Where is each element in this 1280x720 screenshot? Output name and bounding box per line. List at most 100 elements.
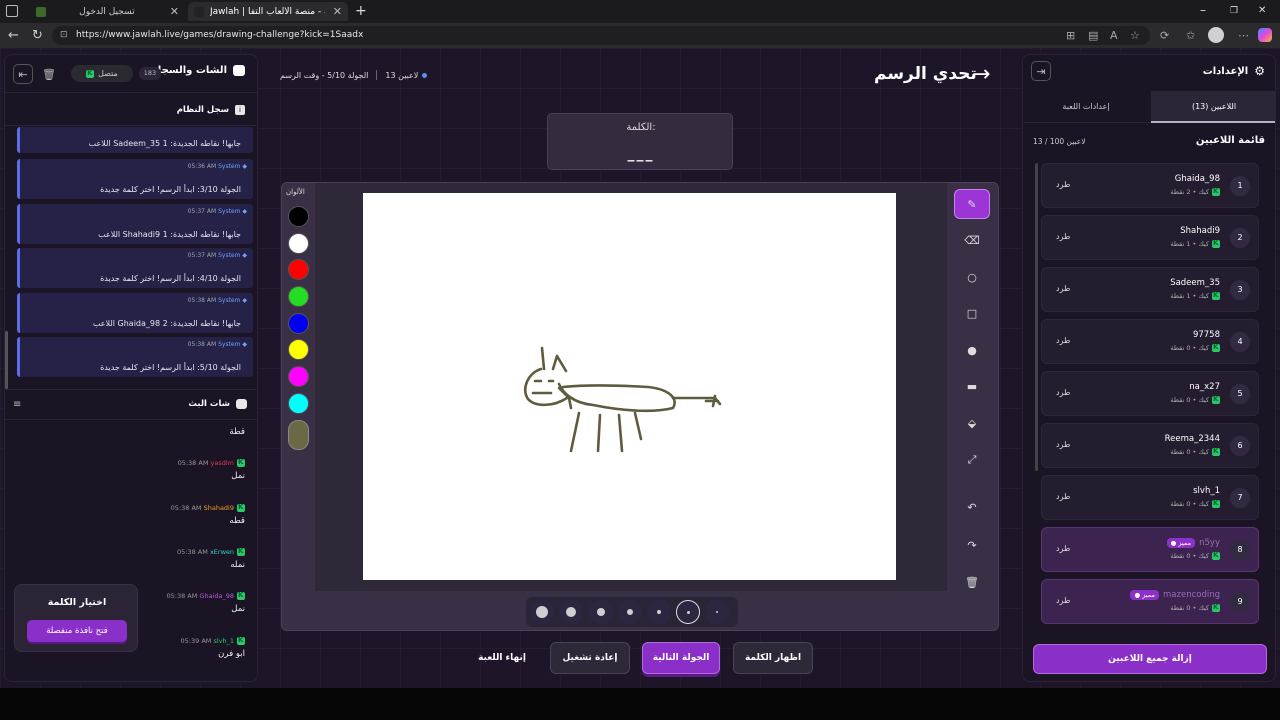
log-text: الجولة 4/10: ابدأ الرسم! اختر كلمة جديدة xyxy=(100,274,241,283)
color-swatch-cyan[interactable] xyxy=(288,393,309,414)
players-count: 13 لاعبين xyxy=(385,70,419,80)
kick-icon xyxy=(1212,551,1220,560)
player-row-vip: 8 ● مميزn5yy كيك • 0 نقطة طرد xyxy=(1041,527,1259,572)
menu-icon[interactable]: ⋯ xyxy=(1238,29,1249,42)
chat-menu-icon[interactable]: ≡ xyxy=(13,399,21,410)
collapse-panel-button[interactable]: ⇤ xyxy=(13,64,33,84)
kick-player-button[interactable]: طرد xyxy=(1056,388,1070,397)
url-input[interactable]: ⊡ https://www.jawlah.live/games/drawing-… xyxy=(52,26,1150,45)
color-swatch-red[interactable] xyxy=(288,259,309,280)
next-round-button[interactable]: الجولة التالية xyxy=(642,642,720,674)
line-tool-button[interactable]: ⤢ xyxy=(954,445,990,475)
kick-player-button[interactable]: طرد xyxy=(1056,596,1070,605)
brush-size-option[interactable] xyxy=(559,600,583,624)
log-item: 05:37 AM System ◆ اللاعب Shahadi9 جابها!… xyxy=(17,204,253,244)
player-name: Sadeem_35 xyxy=(1170,278,1220,288)
redo-button[interactable]: ↷ xyxy=(954,530,990,560)
chat-username[interactable]: yasdlm xyxy=(211,459,234,467)
kick-player-button[interactable]: طرد xyxy=(1056,284,1070,293)
player-row: 7 slvh_1 كيك • 0 نقطة طرد xyxy=(1041,475,1259,520)
log-sender: System xyxy=(218,252,241,259)
filled-rect-tool-button[interactable]: ▬ xyxy=(954,371,990,401)
show-word-button[interactable]: اظهار الكلمة xyxy=(733,642,813,674)
new-tab-button[interactable]: + xyxy=(355,3,367,19)
chat-message-time: 05:38 AM xyxy=(170,504,202,512)
brush-size-option[interactable] xyxy=(589,600,613,624)
tab-actions-icon[interactable] xyxy=(6,5,18,17)
undo-icon: ↶ xyxy=(967,500,977,514)
player-row: 4 97758 كيك • 0 نقطة طرد xyxy=(1041,319,1259,364)
log-scrollbar[interactable] xyxy=(5,331,8,389)
trash-icon: 🗑 xyxy=(965,575,979,589)
apps-icon[interactable]: ⊞ xyxy=(1066,29,1075,42)
favorites-icon[interactable]: ✩ xyxy=(1186,29,1195,42)
copilot-icon[interactable] xyxy=(1258,28,1272,42)
open-separate-window-button[interactable]: فتح نافذة منفصلة xyxy=(27,620,127,642)
clear-chat-button[interactable]: 🗑 xyxy=(39,64,59,84)
remove-all-players-button[interactable]: إزالة جميع اللاعبين xyxy=(1033,644,1267,674)
chat-username[interactable]: slvh_1 xyxy=(213,637,234,645)
brush-size-option-active[interactable] xyxy=(676,600,700,624)
chat-username[interactable]: xErwen xyxy=(210,548,234,556)
kick-player-button[interactable]: طرد xyxy=(1056,232,1070,241)
drawing-canvas[interactable] xyxy=(363,193,896,580)
kick-icon xyxy=(237,636,245,645)
color-swatch-white[interactable] xyxy=(288,233,309,254)
profile-avatar[interactable] xyxy=(1208,27,1224,43)
chat-message-header xyxy=(229,421,245,423)
translate-icon[interactable]: A xyxy=(1110,29,1118,42)
kick-player-button[interactable]: طرد xyxy=(1056,336,1070,345)
filled-circle-tool-button[interactable]: ● xyxy=(954,335,990,365)
maximize-icon[interactable]: ❐ xyxy=(1230,6,1238,16)
chat-username[interactable]: Shahadi9 xyxy=(204,504,234,512)
tab-game-settings[interactable]: إعدادات اللعبة xyxy=(1023,91,1149,123)
brush-size-option[interactable] xyxy=(618,600,642,624)
close-tab-icon[interactable]: ✕ xyxy=(162,5,179,18)
rectangle-tool-button[interactable]: □ xyxy=(954,298,990,328)
player-meta: كيك • 0 نقطة xyxy=(1170,343,1220,352)
collapse-panel-button[interactable]: ⇥ xyxy=(1031,61,1051,81)
minimize-icon[interactable]: – xyxy=(1200,3,1206,17)
brush-size-option[interactable] xyxy=(705,600,729,624)
restart-button[interactable]: إعادة تشغيل xyxy=(550,642,630,674)
fill-tool-button[interactable]: ⬙ xyxy=(954,408,990,438)
color-swatch-yellow[interactable] xyxy=(288,339,309,360)
player-meta-text: كيك • 0 نقطة xyxy=(1170,396,1209,404)
tab-players[interactable]: اللاعبين (13) xyxy=(1151,91,1275,123)
close-tab-icon[interactable]: ✕ xyxy=(325,5,342,18)
clear-canvas-button[interactable]: 🗑 xyxy=(954,568,990,596)
player-list-scrollbar[interactable] xyxy=(1035,163,1038,471)
kick-icon xyxy=(1212,447,1220,456)
close-window-icon[interactable]: ✕ xyxy=(1258,5,1266,16)
brush-size-option[interactable] xyxy=(647,600,671,624)
log-meta: 05:37 AM System ◆ xyxy=(188,208,247,215)
tab-jawlah[interactable]: Jawlah | جولة - منصة الألعاب التفا... ✕ xyxy=(188,2,348,21)
chat-username[interactable]: Ghaida_98 xyxy=(199,592,234,600)
reader-icon[interactable]: ▤ xyxy=(1088,29,1098,42)
log-text: الجولة 5/10: ابدأ الرسم! اختر كلمة جديدة xyxy=(100,363,241,372)
favorite-icon[interactable]: ☆ xyxy=(1130,29,1140,42)
player-name: mazencoding xyxy=(1163,590,1220,600)
end-game-button[interactable]: إنهاء اللعبة xyxy=(464,642,540,674)
chat-message-header: 05:38 AM yasdlm xyxy=(178,458,245,467)
eraser-tool-button[interactable]: ⌫ xyxy=(954,225,990,255)
tab-login[interactable]: تسجيل الدخول ✕ xyxy=(30,2,185,21)
brush-size-option[interactable] xyxy=(530,600,554,624)
circle-tool-button[interactable]: ○ xyxy=(954,262,990,292)
color-swatch-green[interactable] xyxy=(288,286,309,307)
extensions-icon[interactable]: ⟳ xyxy=(1160,29,1169,42)
site-info-icon[interactable]: ⊡ xyxy=(60,26,68,45)
kick-player-button[interactable]: طرد xyxy=(1056,492,1070,501)
undo-button[interactable]: ↶ xyxy=(954,492,990,522)
color-swatch-blue[interactable] xyxy=(288,313,309,334)
color-swatch-black[interactable] xyxy=(288,206,309,227)
kick-player-button[interactable]: طرد xyxy=(1056,180,1070,189)
refresh-icon[interactable]: ↻ xyxy=(32,28,43,43)
color-swatch-custom[interactable] xyxy=(288,420,309,450)
kick-player-button[interactable]: طرد xyxy=(1056,544,1070,553)
pencil-tool-button[interactable]: ✎ xyxy=(954,189,990,219)
color-swatch-magenta[interactable] xyxy=(288,366,309,387)
back-icon[interactable]: ← xyxy=(8,28,19,43)
divider xyxy=(5,389,257,390)
kick-player-button[interactable]: طرد xyxy=(1056,440,1070,449)
